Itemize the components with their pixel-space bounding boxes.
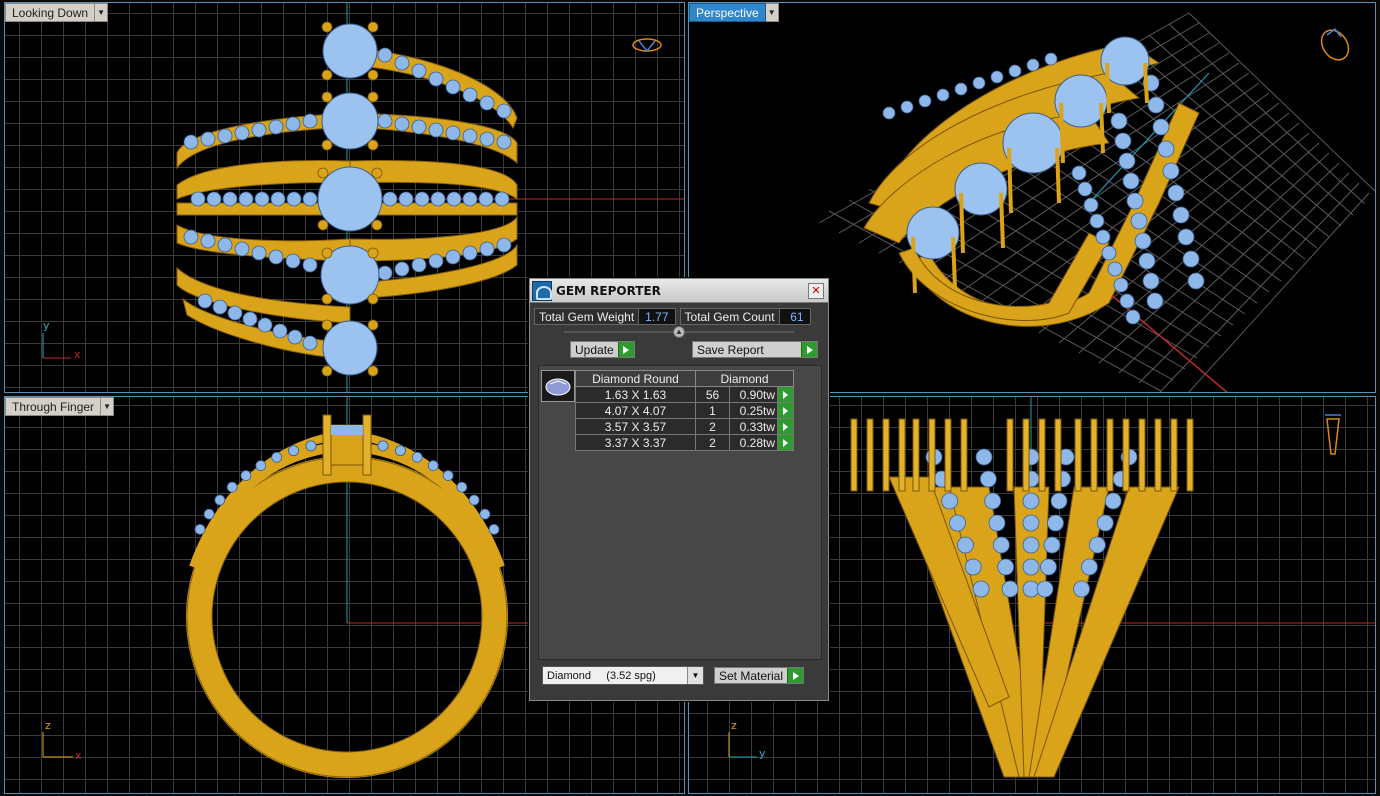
gem-reporter-icon [532, 280, 552, 301]
gem-table-panel: Diamond Round Diamond 1.63 X 1.63 56 0.9… [538, 365, 822, 660]
row-action-button[interactable] [777, 434, 794, 451]
save-report-button-label: Save Report [697, 342, 764, 357]
row-action-button[interactable] [777, 386, 794, 403]
diamond-round-icon [541, 370, 575, 402]
set-material-button[interactable]: Set Material [714, 667, 805, 684]
column-header-material: Diamond [695, 370, 794, 387]
total-gem-weight-value: 1.77 [639, 309, 675, 324]
play-arrow-icon [787, 668, 804, 683]
viewport-label-looking-down[interactable]: Looking Down ▼ [5, 3, 109, 22]
viewport-label-text: Through Finger [5, 397, 102, 416]
play-arrow-icon [801, 342, 817, 357]
viewport-label-through-finger[interactable]: Through Finger ▼ [5, 397, 115, 416]
axis-y-label: y [759, 747, 766, 760]
viewport-label-perspective[interactable]: Perspective ▼ [689, 3, 779, 22]
gem-size: 3.37 X 3.37 [575, 434, 696, 451]
gem-weight: 0.28tw [729, 434, 778, 451]
table-row[interactable]: 4.07 X 4.07 1 0.25tw [575, 402, 794, 419]
axis-x-label: x [75, 749, 82, 762]
axis-z-label: z [45, 719, 51, 732]
table-row[interactable]: 3.57 X 3.57 2 0.33tw [575, 418, 794, 435]
viewport-label-text: Perspective [689, 3, 766, 22]
gem-weight: 0.90tw [729, 386, 778, 403]
panel-splitter[interactable]: ▲ [564, 326, 794, 338]
viewport-label-text: Looking Down [5, 3, 96, 22]
gem-table: Diamond Round Diamond 1.63 X 1.63 56 0.9… [575, 370, 794, 451]
dialog-titlebar[interactable]: GEM REPORTER ✕ [530, 279, 828, 303]
chevron-down-icon[interactable]: ▼ [95, 3, 109, 22]
gem-reporter-dialog: GEM REPORTER ✕ Total Gem Weight 1.77 Tot… [529, 278, 829, 701]
total-gem-count-value: 61 [779, 309, 810, 324]
axis-y-label: y [43, 319, 50, 332]
gem-size: 1.63 X 1.63 [575, 386, 696, 403]
dialog-title: GEM REPORTER [556, 283, 661, 298]
table-row[interactable]: 1.63 X 1.63 56 0.90tw [575, 386, 794, 403]
axis-x-label: x [74, 348, 81, 361]
update-button-label: Update [575, 342, 614, 357]
axis-z-label: z [731, 719, 737, 732]
row-action-button[interactable] [777, 418, 794, 435]
total-gem-weight: Total Gem Weight 1.77 [534, 308, 676, 325]
gem-count: 2 [695, 434, 730, 451]
close-icon[interactable]: ✕ [808, 282, 824, 299]
total-gem-count: Total Gem Count 61 [679, 308, 811, 325]
update-button[interactable]: Update [570, 341, 635, 358]
play-arrow-icon [778, 420, 793, 434]
gem-count: 56 [695, 386, 730, 403]
material-select[interactable]: Diamond (3.52 spg) ▼ [542, 666, 704, 685]
play-arrow-icon [778, 388, 793, 402]
save-report-button[interactable]: Save Report [692, 341, 818, 358]
material-select-value: Diamond (3.52 spg) [547, 669, 656, 682]
total-gem-weight-label: Total Gem Weight [535, 309, 640, 324]
gem-count: 1 [695, 402, 730, 419]
chevron-down-icon[interactable]: ▼ [687, 667, 703, 684]
row-action-button[interactable] [777, 402, 794, 419]
column-header-shape: Diamond Round [575, 370, 696, 387]
total-gem-count-label: Total Gem Count [680, 309, 780, 324]
play-arrow-icon [778, 404, 793, 418]
gem-weight: 0.33tw [729, 418, 778, 435]
set-material-button-label: Set Material [719, 668, 784, 683]
chevron-down-icon[interactable]: ▼ [101, 397, 115, 416]
gem-size: 3.57 X 3.57 [575, 418, 696, 435]
chevron-down-icon[interactable]: ▼ [765, 3, 779, 22]
gem-weight: 0.25tw [729, 402, 778, 419]
play-arrow-icon [617, 342, 634, 357]
play-arrow-icon [778, 436, 793, 450]
table-row[interactable]: 3.37 X 3.37 2 0.28tw [575, 434, 794, 451]
gem-size: 4.07 X 4.07 [575, 402, 696, 419]
collapse-icon[interactable]: ▲ [673, 326, 685, 338]
gem-count: 2 [695, 418, 730, 435]
